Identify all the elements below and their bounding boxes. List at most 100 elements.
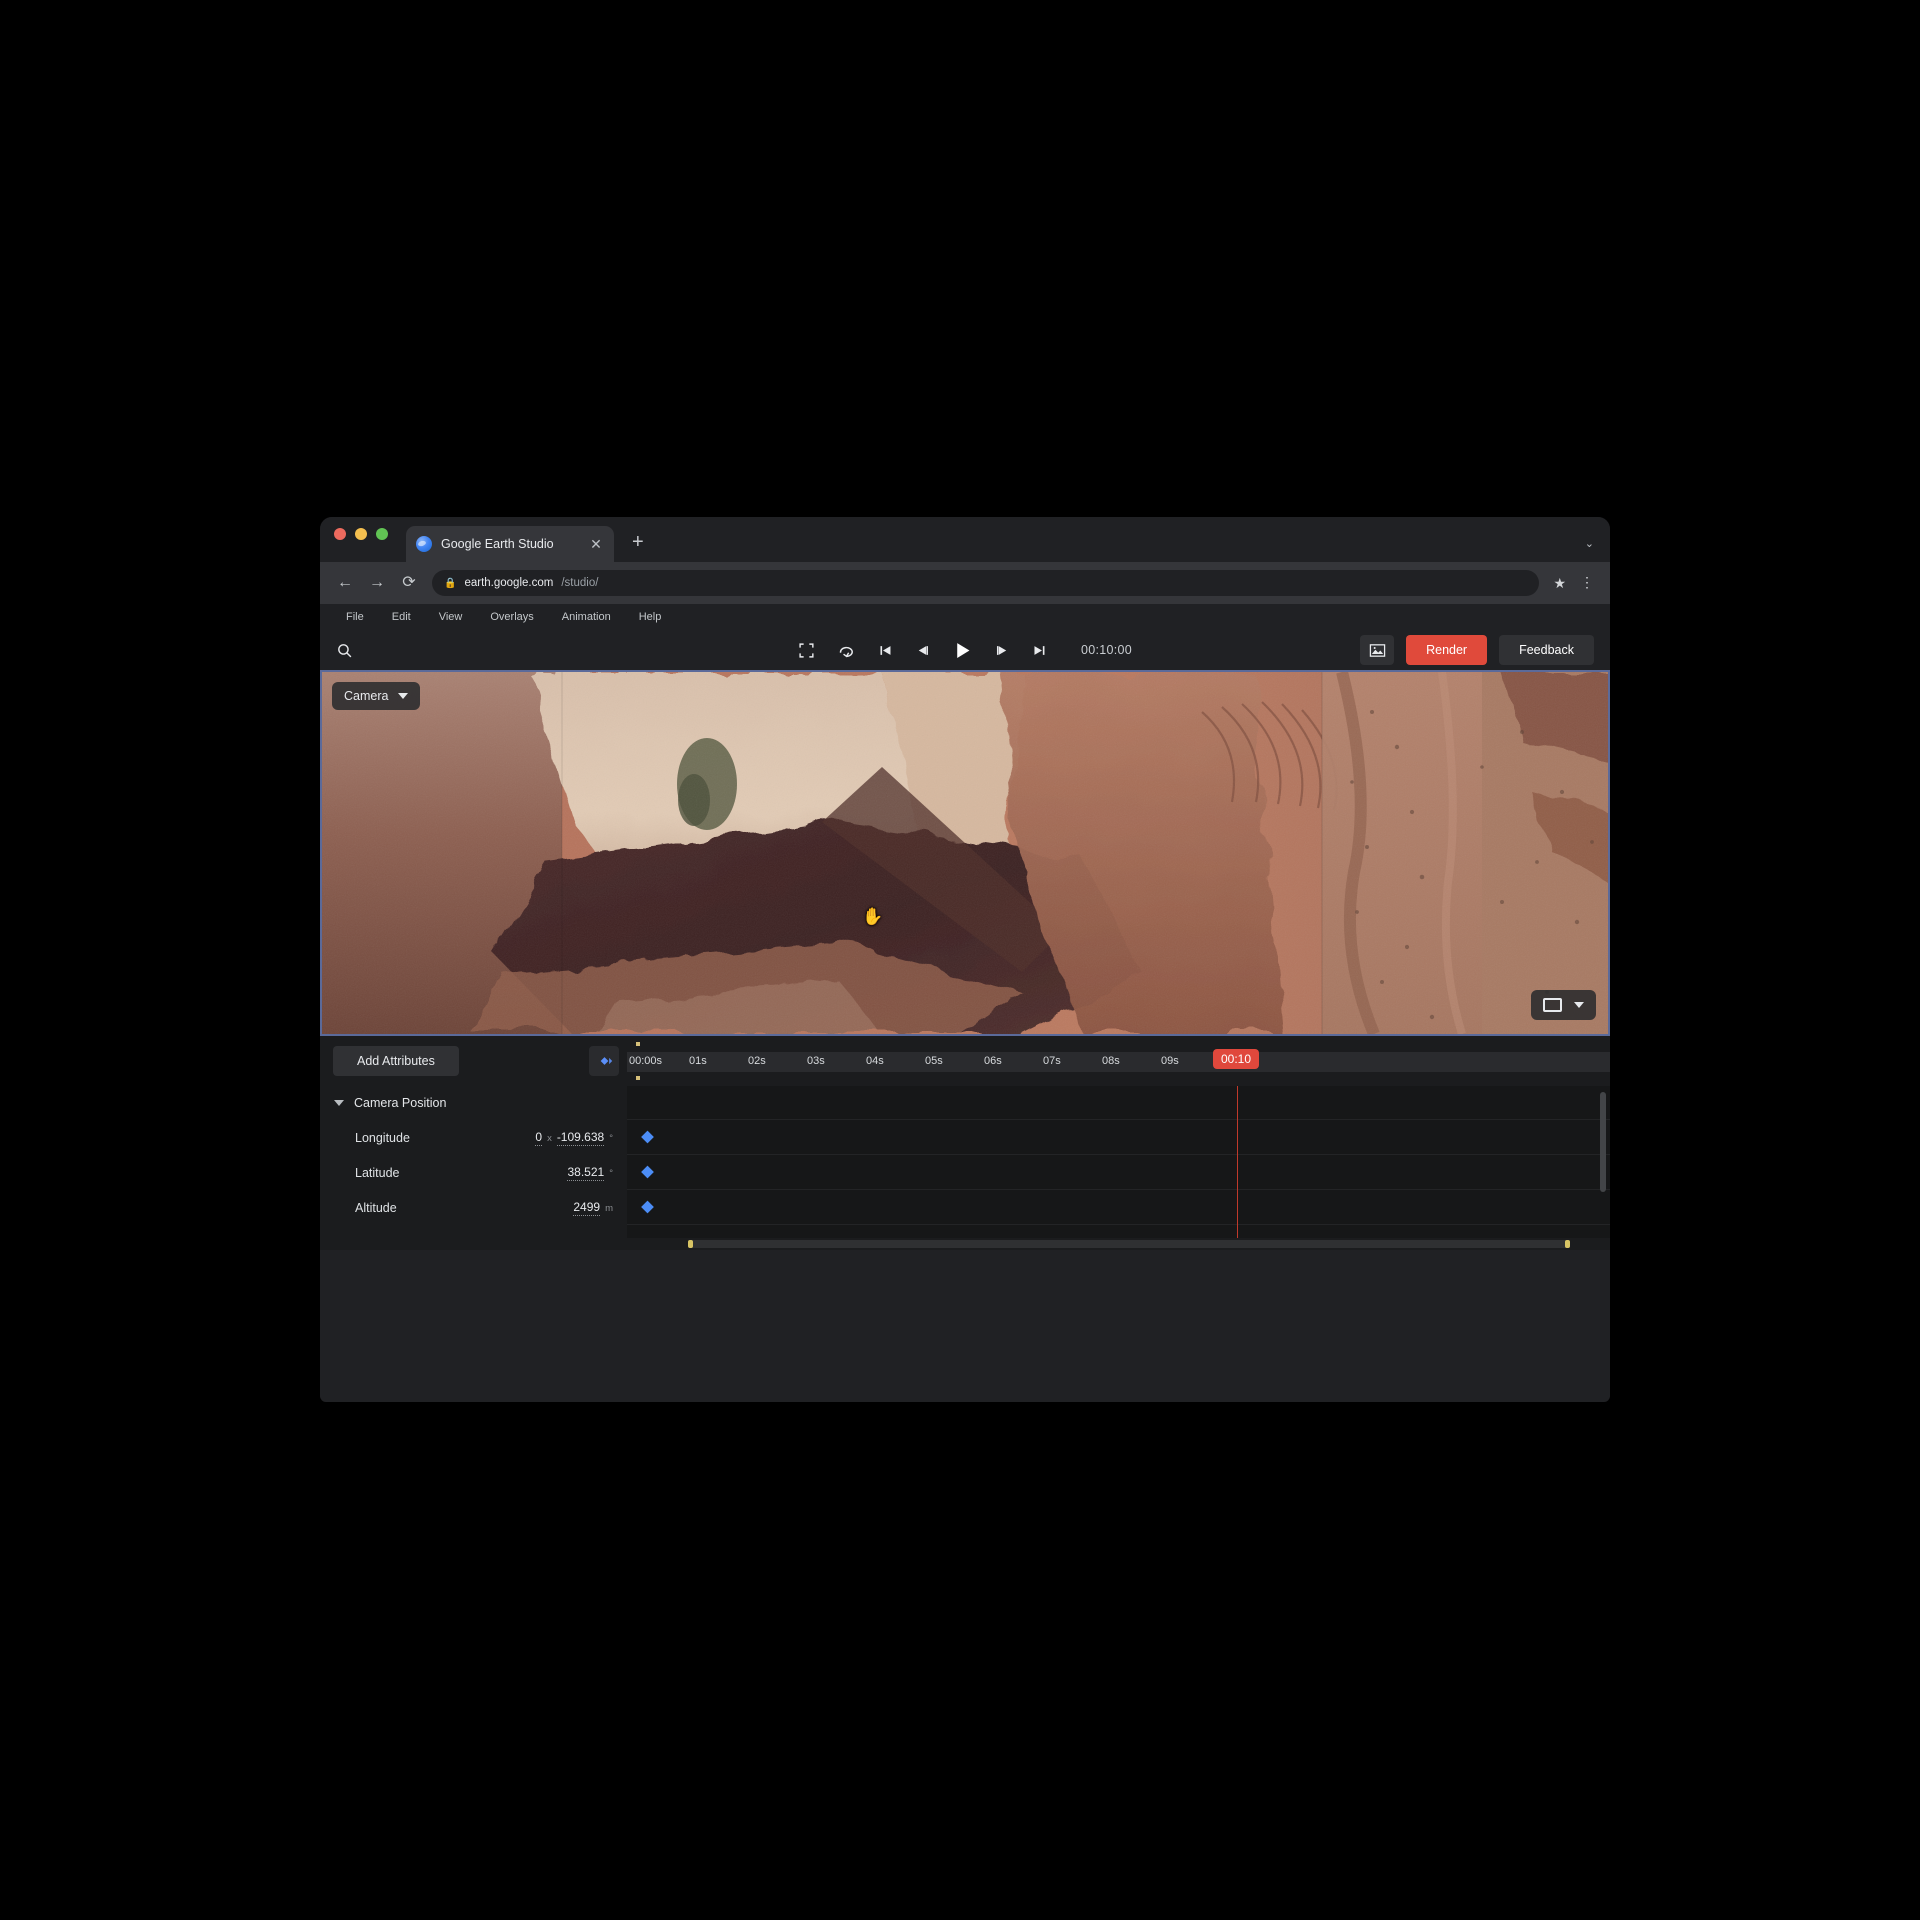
keyframe-marker[interactable]	[641, 1165, 654, 1179]
vertical-scrollbar[interactable]	[1600, 1092, 1606, 1192]
menu-item-animation[interactable]: Animation	[548, 611, 625, 623]
chevron-down-icon	[398, 693, 409, 699]
ruler-tick-0: 00:00s	[629, 1055, 663, 1067]
previous-frame-icon[interactable]	[915, 643, 930, 658]
terrain-imagery	[322, 672, 1608, 1034]
timecode-display: 00:10:00	[1080, 643, 1133, 657]
jump-to-start-icon[interactable]	[878, 643, 893, 658]
range-start-marker-top[interactable]	[636, 1042, 640, 1046]
time-ruler[interactable]: 00:00s 01s 02s 03s 04s 05s 06s 07s 08s 0…	[627, 1036, 1610, 1086]
menu-item-edit[interactable]: Edit	[378, 611, 425, 623]
tab-google-earth-studio[interactable]: Google Earth Studio ✕	[406, 526, 614, 562]
scrollbar-handle-right[interactable]	[1565, 1240, 1570, 1248]
earth-viewport[interactable]: Camera ✋	[320, 670, 1610, 1036]
bookmark-star-icon[interactable]: ★	[1553, 575, 1566, 592]
range-start-marker-bottom[interactable]	[636, 1076, 640, 1080]
app-menu-bar: File Edit View Overlays Animation Help	[320, 604, 1610, 630]
scrollbar-handle-left[interactable]	[688, 1240, 693, 1248]
attribute-row-longitude[interactable]: Longitude 0 x -109.638 °	[320, 1120, 627, 1155]
reload-icon[interactable]: ⟳	[400, 575, 418, 591]
keyframe-tracks[interactable]	[627, 1086, 1610, 1238]
add-attributes-button[interactable]: Add Attributes	[333, 1046, 459, 1076]
play-button[interactable]	[952, 640, 973, 661]
loop-icon[interactable]	[837, 642, 856, 659]
keyframe-marker[interactable]	[641, 1130, 654, 1144]
feedback-button[interactable]: Feedback	[1499, 635, 1594, 665]
track-row-altitude[interactable]	[627, 1190, 1610, 1225]
longitude-value-field[interactable]: -109.638	[556, 1130, 605, 1146]
render-button[interactable]: Render	[1406, 635, 1488, 665]
ruler-tick-9: 09s	[1161, 1055, 1179, 1067]
aspect-ratio-selector[interactable]	[1531, 990, 1596, 1020]
tab-title: Google Earth Studio	[441, 537, 554, 551]
menu-item-file[interactable]: File	[340, 611, 378, 623]
menu-item-overlays[interactable]: Overlays	[476, 611, 547, 623]
horizontal-scrollbar-track[interactable]	[688, 1240, 1570, 1248]
timeline-body: Camera Position Longitude 0 x -109.638 °…	[320, 1086, 1610, 1238]
close-icon[interactable]: ✕	[588, 537, 604, 551]
chevron-down-icon[interactable]: ⌄	[1585, 537, 1594, 550]
attribute-row-latitude[interactable]: Latitude 38.521 °	[320, 1155, 627, 1190]
camera-selector-label: Camera	[344, 689, 389, 703]
track-row-latitude[interactable]	[627, 1155, 1610, 1190]
attribute-row-altitude[interactable]: Altitude 2499 m	[320, 1190, 627, 1225]
next-frame-icon[interactable]	[995, 643, 1010, 658]
timeline-header: Add Attributes 00:00s 01s 02s 03s 04s 05…	[320, 1036, 1610, 1086]
ruler-tick-8: 08s	[1102, 1055, 1120, 1067]
search-icon[interactable]	[336, 642, 370, 659]
url-host: earth.google.com	[464, 577, 554, 589]
browser-menu-icon[interactable]: ⋮	[1580, 575, 1594, 589]
attribute-values-latitude: 38.521 °	[567, 1165, 613, 1181]
ruler-tick-5: 05s	[925, 1055, 943, 1067]
url-path: /studio/	[561, 577, 599, 589]
attribute-label-latitude: Latitude	[355, 1165, 400, 1180]
longitude-unit: °	[609, 1132, 613, 1144]
chevron-down-icon[interactable]	[334, 1100, 344, 1106]
rectangle-icon	[1543, 998, 1562, 1012]
grabbing-hand-cursor: ✋	[862, 907, 884, 926]
transport-controls: 00:10:00	[798, 640, 1132, 661]
track-row-group[interactable]	[627, 1086, 1610, 1120]
address-bar[interactable]: 🔒 earth.google.com/studio/	[432, 570, 1540, 596]
keyframe-diamond-icon[interactable]	[589, 1046, 619, 1076]
attribute-values-altitude: 2499 m	[573, 1200, 613, 1216]
longitude-revolutions-unit: x	[547, 1132, 552, 1144]
altitude-value-field[interactable]: 2499	[573, 1200, 601, 1216]
playhead-timecode[interactable]: 00:10	[1213, 1049, 1260, 1069]
omnibox-bar: ← → ⟳ 🔒 earth.google.com/studio/ ★ ⋮	[320, 562, 1610, 604]
window-zoom-button[interactable]	[376, 527, 388, 540]
ruler-tick-6: 06s	[984, 1055, 1002, 1067]
attribute-group-camera-position[interactable]: Camera Position	[320, 1086, 627, 1120]
attribute-label-longitude: Longitude	[355, 1130, 410, 1145]
window-controls	[334, 517, 388, 562]
omnibox-actions: ★ ⋮	[1553, 575, 1594, 592]
ruler-tick-2: 02s	[748, 1055, 766, 1067]
ruler-tick-7: 07s	[1043, 1055, 1061, 1067]
jump-to-end-icon[interactable]	[1032, 643, 1047, 658]
ruler-tick-4: 04s	[866, 1055, 884, 1067]
playhead-line	[1237, 1086, 1238, 1238]
latitude-unit: °	[609, 1167, 613, 1179]
window-minimize-button[interactable]	[355, 527, 367, 540]
attribute-label-altitude: Altitude	[355, 1200, 397, 1215]
longitude-revolutions-field[interactable]: 0	[535, 1130, 543, 1146]
track-row-longitude[interactable]	[627, 1120, 1610, 1155]
earth-globe-icon	[416, 536, 432, 552]
back-icon[interactable]: ←	[336, 575, 354, 591]
menu-item-view[interactable]: View	[425, 611, 477, 623]
fit-to-view-icon[interactable]	[798, 642, 815, 659]
timeline-editor: Add Attributes 00:00s 01s 02s 03s 04s 05…	[320, 1036, 1610, 1250]
forward-icon[interactable]: →	[368, 575, 386, 591]
camera-selector[interactable]: Camera	[332, 682, 421, 710]
attribute-list: Camera Position Longitude 0 x -109.638 °…	[320, 1086, 657, 1238]
menu-item-help[interactable]: Help	[625, 611, 676, 623]
keyframe-marker[interactable]	[641, 1200, 654, 1214]
app-toolbar: 00:10:00 Render Feedback	[320, 630, 1610, 670]
browser-window: Google Earth Studio ✕ + ⌄ ← → ⟳ 🔒 earth.…	[320, 517, 1610, 1402]
image-icon[interactable]	[1360, 635, 1395, 665]
horizontal-scrollbar[interactable]	[320, 1238, 1610, 1250]
new-tab-button[interactable]: +	[632, 532, 644, 552]
latitude-value-field[interactable]: 38.521	[567, 1165, 605, 1181]
window-close-button[interactable]	[334, 527, 346, 540]
altitude-unit: m	[605, 1202, 613, 1214]
